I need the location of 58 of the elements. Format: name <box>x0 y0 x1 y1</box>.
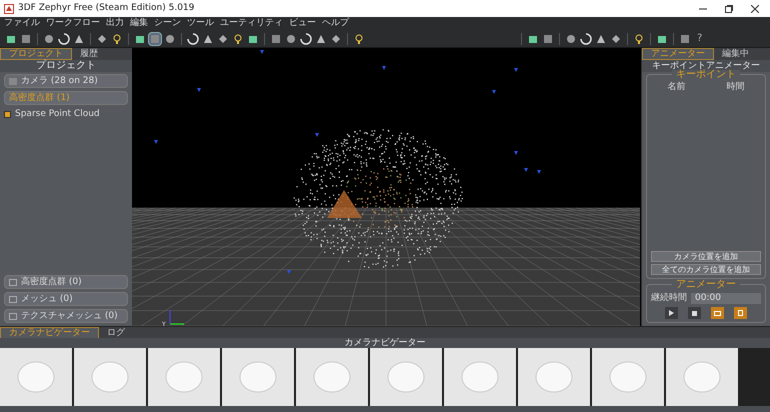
play-icon <box>669 310 674 316</box>
plate-drawing <box>312 360 352 394</box>
menu-item[interactable]: ツール <box>187 19 214 28</box>
group-title: キーポイント <box>672 70 740 80</box>
help-button[interactable]: ? <box>693 34 706 44</box>
window-title: 3DF Zephyr Free (Steam Edition) 5.019 <box>18 4 194 13</box>
panel-header: プロジェクト <box>36 61 96 71</box>
toolbar-tool-icon[interactable] <box>148 32 162 46</box>
add-camera-button[interactable]: 全てのカメラ位置を追加 <box>651 264 761 275</box>
axis-gizmo-icon <box>170 310 184 324</box>
menu-item[interactable]: ユーティリティ <box>220 19 283 28</box>
checkbox[interactable] <box>4 110 11 118</box>
stop-button[interactable] <box>688 307 701 319</box>
export-button[interactable] <box>734 307 747 319</box>
menu-item[interactable]: 編集 <box>130 19 148 28</box>
project-item[interactable]: テクスチャメッシュ (0) <box>4 309 128 323</box>
menu-item[interactable]: ワークフロー <box>46 19 100 28</box>
project-item[interactable]: 高密度点群 (0) <box>4 275 128 289</box>
plate-drawing <box>534 360 574 394</box>
plate-drawing <box>238 360 278 394</box>
plate-drawing <box>90 360 130 394</box>
layer-icon <box>9 312 17 320</box>
duration-field[interactable]: 00:00 <box>691 293 761 304</box>
add-camera-button[interactable]: カメラ位置を追加 <box>651 251 761 262</box>
panel-tab[interactable]: 編集中 <box>714 48 757 60</box>
folder-icon <box>9 78 17 84</box>
play-button[interactable] <box>665 307 678 319</box>
project-item[interactable]: カメラ (28 on 28) <box>4 74 128 88</box>
export-icon <box>738 310 743 316</box>
plate-drawing <box>460 360 500 394</box>
column-header: 時間 <box>726 83 744 92</box>
group-title: アニメーター <box>672 280 740 290</box>
record-button[interactable] <box>711 307 724 319</box>
plate-drawing <box>16 360 56 394</box>
plate-drawing <box>682 360 722 394</box>
menu-item[interactable]: 出力 <box>106 19 124 28</box>
panel-tab[interactable]: 履歴 <box>72 48 106 60</box>
column-header: 名前 <box>668 83 686 92</box>
layer-label: Sparse Point Cloud <box>15 110 100 118</box>
close-icon <box>751 4 759 12</box>
stop-icon <box>692 310 697 316</box>
restore-icon <box>725 4 733 12</box>
menu-item[interactable]: ヘルプ <box>322 19 349 28</box>
duration-label: 継続時間 <box>651 294 687 303</box>
menu-item[interactable]: ビュー <box>289 19 316 28</box>
plate-drawing <box>164 360 204 394</box>
layer-icon <box>9 296 17 302</box>
panel-header: カメラナビゲーター <box>344 338 426 348</box>
layer-icon <box>9 278 17 286</box>
menu-item[interactable]: シーン <box>154 19 181 28</box>
panel-tab[interactable]: ログ <box>99 327 133 339</box>
record-icon <box>714 310 721 316</box>
panel-header: キーポイントアニメーター <box>652 62 760 70</box>
plate-drawing <box>386 360 426 394</box>
menu-item[interactable]: ファイル <box>4 19 40 28</box>
plate-drawing <box>608 360 648 394</box>
app-icon <box>4 4 14 14</box>
project-item[interactable]: メッシュ (0) <box>4 292 128 306</box>
